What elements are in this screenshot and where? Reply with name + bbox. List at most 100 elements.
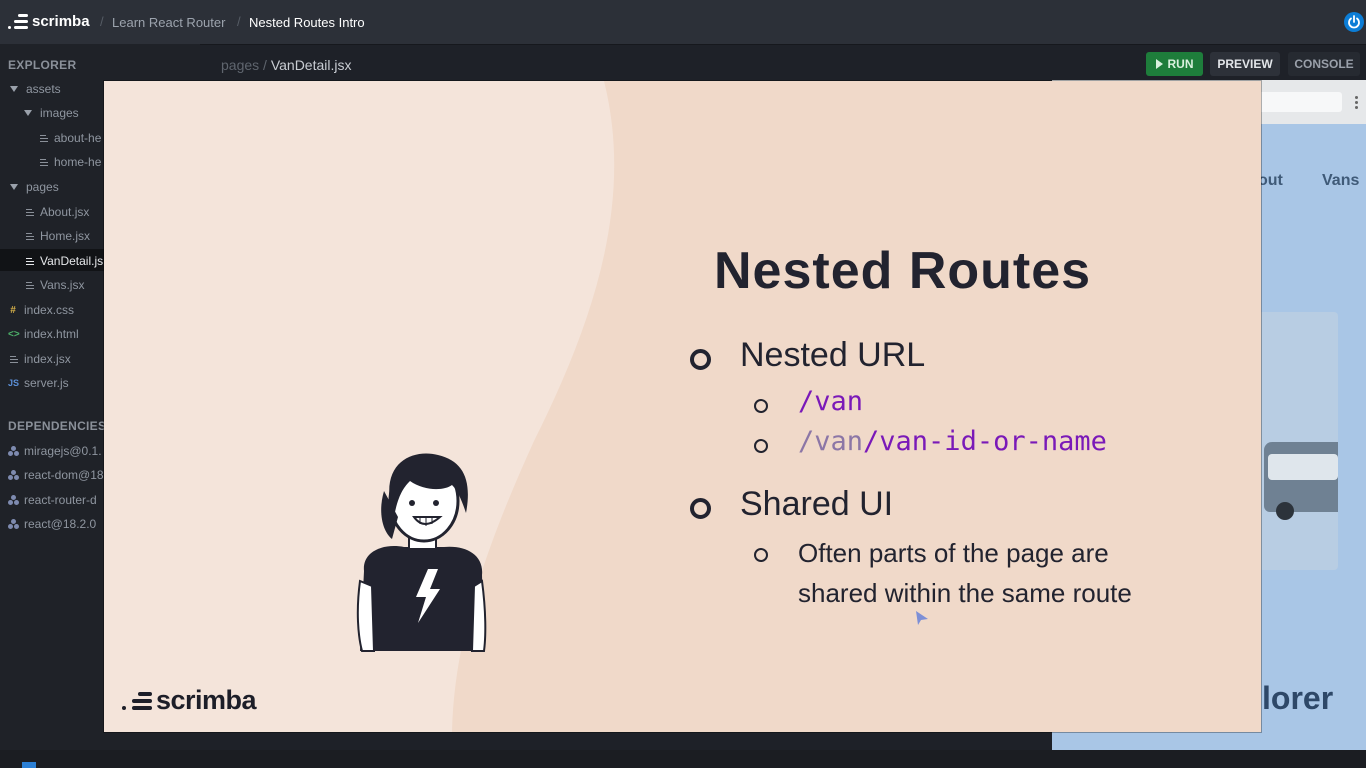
scrimba-logo-icon [122, 690, 154, 712]
scrimba-logo-icon [8, 12, 28, 30]
code-param: /van-id-or-name [863, 426, 1107, 457]
mouse-cursor-icon [916, 611, 928, 625]
path-prefix: pages / [221, 57, 267, 73]
tree-file-home-hero[interactable]: home-he [40, 155, 101, 169]
bullet-icon [690, 349, 711, 370]
tree-label: images [40, 106, 79, 120]
tree-label: assets [26, 82, 61, 96]
chevron-down-icon [10, 86, 18, 92]
bullet-shared-ui: Shared UI [740, 485, 894, 523]
breadcrumb-course[interactable]: Learn React Router [112, 15, 225, 30]
dependency-label: react-router-d [24, 493, 97, 507]
file-icon [40, 158, 48, 166]
package-icon [8, 519, 19, 529]
code-van-id: /van/van-id-or-name [798, 426, 1107, 457]
breadcrumb-lesson: Nested Routes Intro [249, 15, 365, 30]
tree-file-index-jsx[interactable]: index.jsx [10, 352, 71, 366]
explorer-heading: EXPLORER [8, 58, 77, 72]
preview-nav-about: out [1258, 172, 1283, 189]
dependency-label: react@18.2.0 [24, 517, 97, 531]
js-file-icon: JS [8, 378, 20, 388]
package-icon [8, 495, 19, 505]
chevron-down-icon [10, 184, 18, 190]
tree-label: Home.jsx [40, 229, 91, 243]
tree-label: About.jsx [40, 205, 90, 219]
tree-folder-assets[interactable]: assets [10, 82, 61, 96]
breadcrumb-separator: / [237, 14, 241, 29]
play-icon [1155, 59, 1163, 69]
path-filename: VanDetail.jsx [270, 57, 352, 73]
console-button[interactable]: CONSOLE [1288, 52, 1360, 76]
logo-text: scrimba [32, 12, 90, 30]
tree-label: VanDetail.js [40, 254, 104, 268]
run-button[interactable]: RUN [1146, 52, 1203, 76]
tree-label: index.jsx [24, 352, 71, 366]
tree-file-vandetail[interactable]: VanDetail.js [26, 254, 103, 268]
preview-button[interactable]: PREVIEW [1210, 52, 1280, 76]
lesson-slide: Nested Routes Nested URL /van /van/van-i… [104, 81, 1261, 732]
tree-label: index.css [24, 303, 75, 317]
file-icon [10, 355, 18, 363]
dependency-item[interactable]: react@18.2.0 [8, 517, 96, 531]
bullet-icon [690, 498, 711, 519]
dependency-item[interactable]: react-router-d [8, 493, 97, 507]
status-icon [22, 762, 36, 768]
tree-folder-pages[interactable]: pages [10, 180, 59, 194]
preview-heading: lorer [1262, 680, 1334, 716]
css-file-icon: # [10, 304, 16, 316]
tree-label: server.js [24, 376, 69, 390]
bullet-nested-url: Nested URL [740, 336, 926, 374]
tree-label: index.html [24, 327, 79, 341]
tree-label: about-he [54, 131, 102, 145]
breadcrumb-separator: / [100, 14, 104, 29]
code-prefix: /van [798, 426, 864, 457]
file-icon [26, 208, 34, 216]
tree-label: Vans.jsx [40, 278, 85, 292]
dependency-label: miragejs@0.1. [24, 444, 102, 458]
brand-text: scrimba [156, 685, 257, 715]
code-van: /van [798, 386, 863, 417]
dependencies-heading: DEPENDENCIES [8, 419, 107, 433]
tree-file-home[interactable]: Home.jsx [26, 229, 90, 243]
run-label: RUN [1167, 57, 1194, 71]
tree-label: pages [26, 180, 59, 194]
tree-folder-images[interactable]: images [24, 106, 79, 120]
package-icon [8, 446, 19, 456]
tree-file-about[interactable]: About.jsx [26, 205, 89, 219]
shared-ui-description-line2: shared within the same route [798, 578, 1132, 608]
file-icon [26, 257, 34, 265]
bottom-bar [0, 750, 1366, 768]
dependency-item[interactable]: miragejs@0.1. [8, 444, 102, 458]
scrimba-logo[interactable]: scrimba [8, 12, 90, 30]
power-icon [1348, 15, 1360, 29]
file-icon [40, 134, 48, 142]
package-icon [8, 470, 19, 480]
preview-van-image [1258, 312, 1338, 570]
tree-file-index-css[interactable]: # index.css [8, 303, 74, 317]
tree-file-index-html[interactable]: <> index.html [8, 327, 79, 341]
preview-nav-vans: Vans [1322, 172, 1360, 189]
dependency-label: react-dom@18. [24, 468, 107, 482]
more-options-icon[interactable] [1355, 96, 1358, 111]
file-icon [26, 281, 34, 289]
chevron-down-icon [24, 110, 32, 116]
tree-file-about-hero[interactable]: about-he [40, 131, 101, 145]
sub-bullet-icon [754, 399, 768, 413]
tree-file-server-js[interactable]: JS server.js [8, 376, 69, 390]
slide-title: Nested Routes [714, 242, 1092, 300]
html-file-icon: <> [8, 328, 20, 340]
sub-bullet-icon [754, 439, 768, 453]
code-van-text: /van [798, 386, 864, 417]
shared-ui-description-line1: Often parts of the page are [798, 538, 1109, 568]
tree-label: home-he [54, 155, 102, 169]
tree-file-vans[interactable]: Vans.jsx [26, 278, 84, 292]
top-bar: scrimba / Learn React Router / Nested Ro… [0, 0, 1366, 45]
editor-file-path: pages / VanDetail.jsx [221, 57, 352, 73]
file-icon [26, 232, 34, 240]
slide-scrimba-brand: scrimba [122, 685, 257, 716]
slide-background-shape [104, 81, 615, 732]
sub-bullet-icon [754, 548, 768, 562]
power-button[interactable] [1344, 12, 1364, 32]
dependency-item[interactable]: react-dom@18. [8, 468, 107, 482]
character-illustration [356, 453, 487, 652]
